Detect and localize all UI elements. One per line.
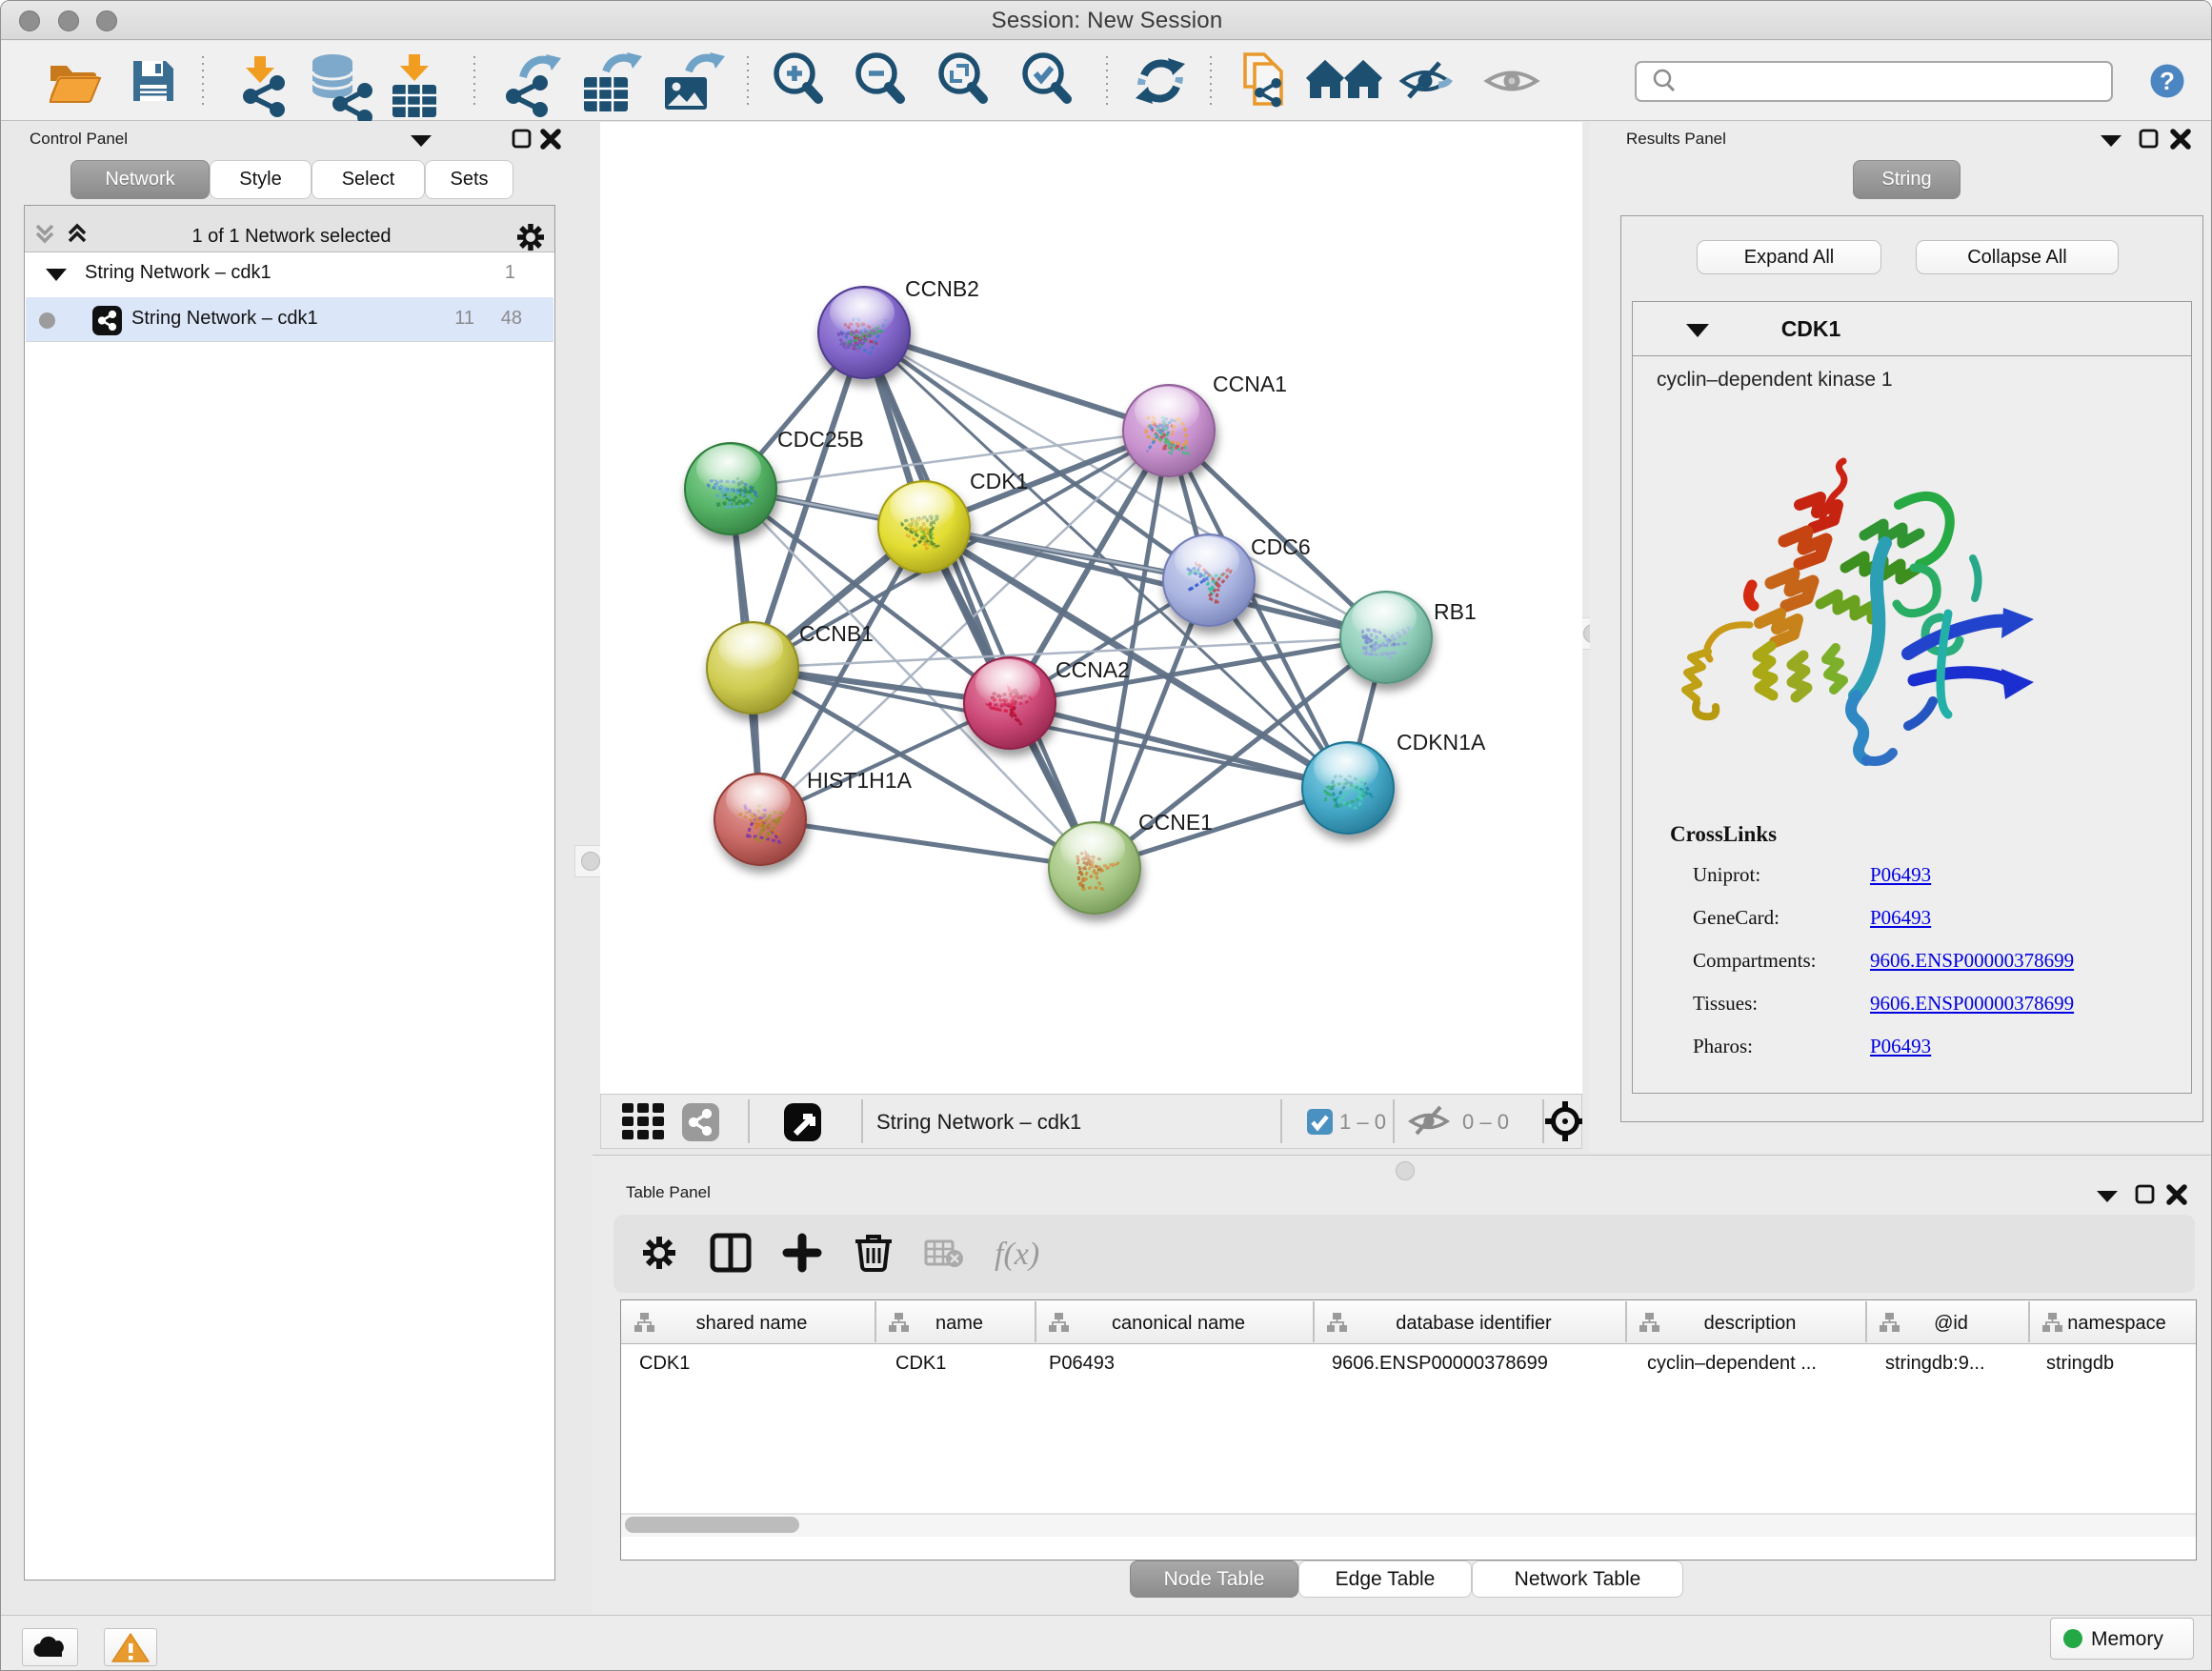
svg-text:HIST1H1A: HIST1H1A [807, 768, 913, 793]
svg-text:CDKN1A: CDKN1A [1397, 730, 1486, 755]
svg-text:CDK1: CDK1 [895, 1353, 946, 1374]
svg-text:stringdb:9...: stringdb:9... [1885, 1353, 1985, 1374]
svg-text:RB1: RB1 [1434, 599, 1477, 624]
svg-text:String Network – cdk1: String Network – cdk1 [876, 1110, 1081, 1134]
svg-text:database identifier: database identifier [1396, 1313, 1552, 1334]
svg-text:shared name: shared name [696, 1313, 808, 1334]
svg-text:CCNA2: CCNA2 [1056, 657, 1130, 682]
svg-text:P06493: P06493 [1049, 1353, 1115, 1374]
svg-text:CCNA1: CCNA1 [1213, 372, 1287, 396]
svg-text:CCNE1: CCNE1 [1138, 810, 1213, 835]
svg-text:@id: @id [1934, 1313, 1968, 1334]
svg-text:canonical name: canonical name [1112, 1313, 1245, 1334]
svg-text:cyclin–dependent ...: cyclin–dependent ... [1647, 1353, 1817, 1374]
svg-text:f(x): f(x) [995, 1237, 1039, 1272]
svg-text:CDK1: CDK1 [970, 469, 1028, 493]
svg-text:stringdb: stringdb [2046, 1353, 2114, 1374]
svg-text:CDC25B: CDC25B [777, 427, 864, 452]
svg-text:name: name [935, 1313, 983, 1334]
svg-text:9606.ENSP00000378699: 9606.ENSP00000378699 [1332, 1353, 1548, 1374]
svg-text:namespace: namespace [2067, 1313, 2165, 1334]
svg-text:CDC6: CDC6 [1251, 534, 1311, 559]
svg-text:CCNB1: CCNB1 [799, 621, 874, 646]
svg-text:1 – 0: 1 – 0 [1339, 1110, 1386, 1134]
svg-text:description: description [1704, 1313, 1797, 1334]
svg-text:?: ? [2160, 67, 2175, 95]
svg-text:0 – 0: 0 – 0 [1462, 1110, 1509, 1134]
svg-text:CDK1: CDK1 [639, 1353, 690, 1374]
svg-text:CCNB2: CCNB2 [905, 276, 979, 301]
